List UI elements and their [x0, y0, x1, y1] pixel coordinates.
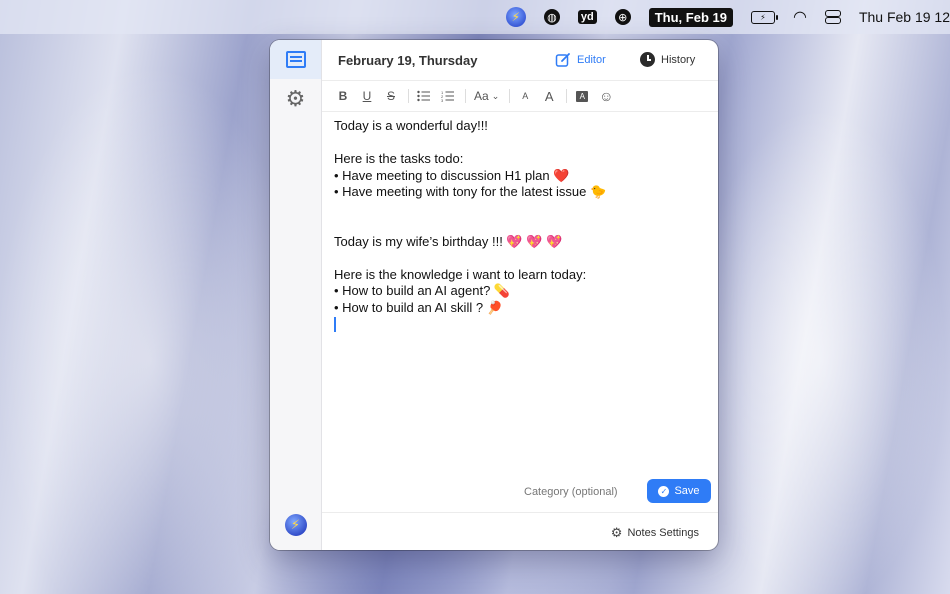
editor-line[interactable]: Today is a wonderful day!!! [334, 118, 706, 135]
underline-button[interactable]: U [356, 85, 378, 107]
footer: ⚙ Notes Settings [322, 512, 718, 550]
app-bolt-icon[interactable]: ⚡ [505, 7, 526, 27]
smile-icon: ☺ [599, 88, 614, 104]
numbered-list-button[interactable]: 1 2 3 [437, 85, 459, 107]
gear-icon: ⚙ [610, 525, 623, 540]
menu-bar: ⚡ ◍ yd ⊕ Thu, Feb 19 ⚡ ◠ Thu Feb 19 12 [0, 0, 950, 34]
tab-editor[interactable]: Editor [555, 52, 606, 68]
editor-line[interactable]: Today is my wife’s birthday !!! 💖 💖 💖 [334, 234, 706, 251]
tab-editor-label: Editor [577, 54, 606, 66]
divider [509, 89, 511, 103]
sidebar-app-button[interactable]: ⚡ [270, 506, 321, 544]
category-input[interactable]: Category (optional) [524, 486, 618, 498]
app-logo-icon: ⚡ [284, 514, 307, 536]
editor-line[interactable] [334, 250, 706, 267]
divider [408, 89, 409, 103]
editor-line[interactable]: • Have meeting to discussion H1 plan ❤️ [334, 168, 706, 185]
tab-history[interactable]: History [640, 52, 695, 67]
sidebar-notes-button[interactable] [270, 40, 321, 79]
menubar-clock[interactable]: Thu Feb 19 12 [859, 9, 950, 25]
header: February 19, Thursday Editor History [322, 40, 718, 81]
sidebar-settings-button[interactable]: ⚙ [270, 80, 321, 118]
text-caret [334, 316, 706, 333]
editor-line[interactable]: • How to build an AI skill ? 🏓 [334, 300, 706, 317]
divider [465, 89, 466, 103]
svg-text:3: 3 [441, 98, 444, 102]
page-title: February 19, Thursday [338, 52, 478, 68]
strikethrough-button[interactable]: S [380, 85, 402, 107]
editor-line[interactable] [334, 201, 706, 218]
font-size-dropdown[interactable]: Aa ⌄ [470, 85, 503, 107]
sidebar: ⚙ ⚡ [270, 40, 322, 550]
wifi-icon[interactable]: ◠ [793, 7, 807, 27]
bold-button[interactable]: B [332, 85, 354, 107]
highlight-button[interactable]: A [571, 85, 593, 107]
check-icon: ✓ [658, 485, 670, 497]
editor-line[interactable] [334, 135, 706, 152]
battery-icon[interactable]: ⚡ [750, 10, 778, 24]
globe-icon[interactable]: ◍ [543, 9, 560, 25]
decrease-font-button[interactable]: A [514, 85, 536, 107]
format-toolbar: B U S 1 2 3 Aa ⌄ A A A ☺ [322, 81, 718, 112]
editor-line[interactable]: Here is the tasks todo: [334, 151, 706, 168]
editor-line[interactable] [334, 217, 706, 234]
date-badge[interactable]: Thu, Feb 19 [648, 7, 733, 27]
numbered-list-icon: 1 2 3 [441, 90, 454, 102]
editor-line[interactable]: Here is the knowledge i want to learn to… [334, 267, 706, 284]
tab-history-label: History [661, 53, 696, 66]
control-center-icon[interactable] [824, 10, 841, 24]
note-editor[interactable]: Today is a wonderful day!!! Here is the t… [322, 112, 718, 512]
emoji-button[interactable]: ☺ [595, 85, 617, 107]
increase-font-button[interactable]: A [538, 85, 560, 107]
save-button[interactable]: ✓ Save [647, 479, 711, 503]
notes-window: ⚙ ⚡ February 19, Thursday Editor History… [270, 40, 718, 550]
editor-line[interactable]: • How to build an AI agent? 💊 [334, 283, 706, 300]
edit-icon [555, 53, 570, 67]
highlight-icon: A [576, 90, 589, 102]
gear-icon: ⚙ [285, 86, 306, 111]
clock-icon [640, 52, 655, 67]
chevron-down-icon: ⌄ [491, 90, 500, 101]
network-icon[interactable]: ⊕ [614, 9, 631, 25]
yd-icon[interactable]: yd [577, 10, 597, 24]
bullet-list-button[interactable] [413, 85, 435, 107]
divider [566, 89, 568, 103]
notes-icon [285, 51, 306, 68]
notes-settings-button[interactable]: ⚙ Notes Settings [611, 525, 699, 541]
bullet-list-icon [417, 90, 430, 102]
editor-line[interactable]: • Have meeting with tony for the latest … [334, 184, 706, 201]
